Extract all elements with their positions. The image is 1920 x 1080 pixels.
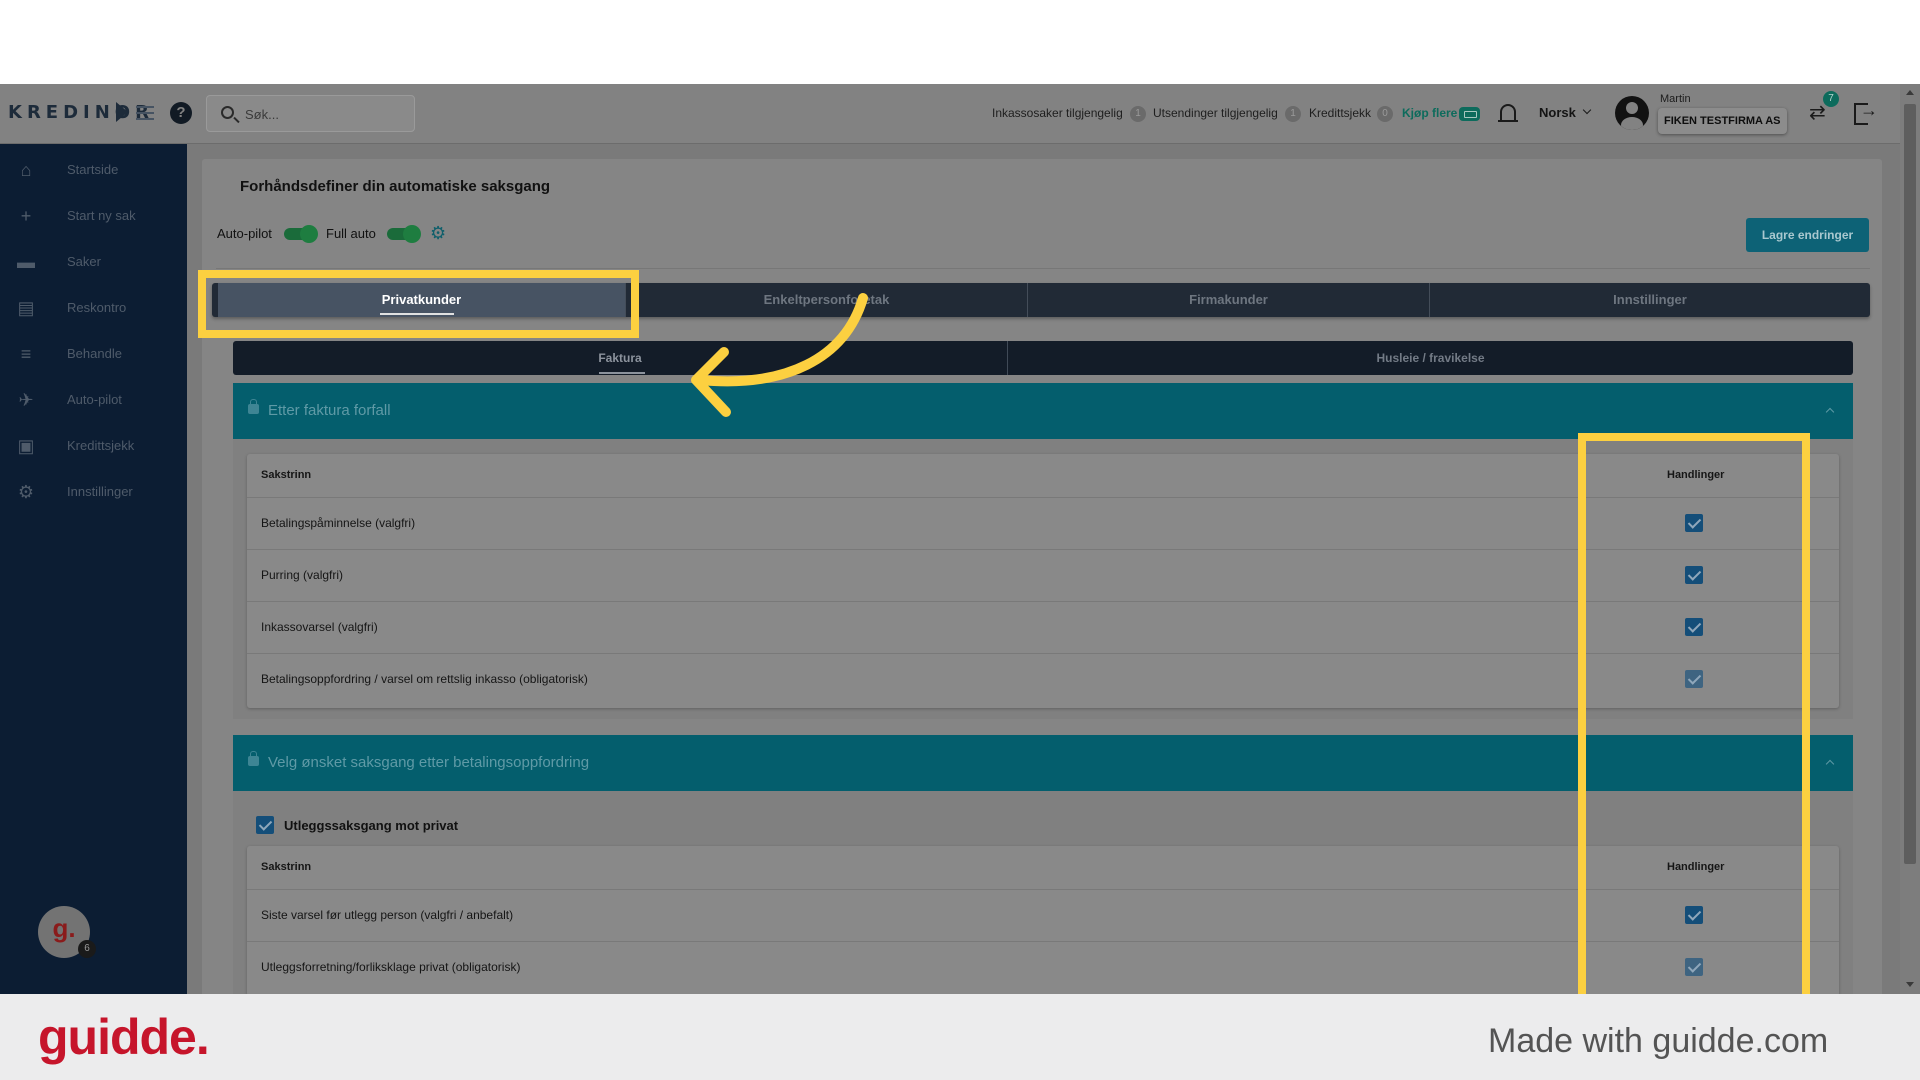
home-icon: ⌂ xyxy=(20,160,32,180)
language-select[interactable]: Norsk xyxy=(1539,105,1576,120)
scroll-down-arrow-icon[interactable] xyxy=(1906,982,1914,987)
guidde-logo: guidde. xyxy=(38,1009,210,1065)
gear-icon: ⚙ xyxy=(17,482,35,502)
search-icon xyxy=(221,106,234,119)
airplane-icon: ✈ xyxy=(18,390,34,410)
sidebar-item-label: Kredittsjekk xyxy=(67,438,135,453)
active-subtab-underline xyxy=(599,372,645,374)
enforcement-option-label: Utleggssaksgang mot privat xyxy=(284,818,459,833)
checklist-icon: ≡ xyxy=(20,344,32,364)
company-switcher[interactable]: FIKEN TESTFIRMA AS xyxy=(1658,108,1787,134)
sidebar-item-label: Auto-pilot xyxy=(67,392,122,407)
top-margin xyxy=(0,0,1920,84)
settings-gear-icon[interactable]: ⚙ xyxy=(430,224,448,242)
tab-label: Firmakunder xyxy=(1189,292,1268,307)
sidebar-item-credit-check[interactable]: ▣ Kredittsjekk xyxy=(0,426,187,466)
sidebar-item-label: Innstillinger xyxy=(67,484,133,499)
sidebar-item-home[interactable]: ⌂ Startside xyxy=(0,150,187,190)
menu-icon[interactable] xyxy=(136,106,154,120)
help-icon[interactable]: ? xyxy=(170,102,192,124)
bell-icon[interactable] xyxy=(1498,104,1518,122)
guidde-footer: guidde. Made with guidde.com xyxy=(0,994,1920,1080)
buy-more-link[interactable]: Kjøp flere xyxy=(1402,106,1457,120)
logo-arrow-icon xyxy=(116,102,128,122)
sidebar-item-label: Behandle xyxy=(67,346,122,361)
sidebar-item-settings[interactable]: ⚙ Innstillinger xyxy=(0,472,187,512)
tab-settings[interactable]: Innstillinger xyxy=(1430,283,1870,317)
credit-check-icon: ▣ xyxy=(17,436,35,456)
plus-icon: + xyxy=(20,206,32,226)
step-label: Utleggsforretning/forliksklage privat (o… xyxy=(261,960,521,974)
app-window: KREDINOR ? Inkassosaker tilgjengelig 1 U… xyxy=(0,84,1920,994)
highlight-box-tab xyxy=(198,270,639,338)
sidebar: ⌂ Startside + Start ny sak ▬ Saker ▤ Res… xyxy=(0,144,187,994)
guidde-count-badge: 6 xyxy=(78,940,96,958)
step-label: Purring (valgfri) xyxy=(261,568,344,582)
search-input[interactable] xyxy=(245,104,405,124)
highlight-box-actions xyxy=(1578,433,1810,994)
user-name: Martin xyxy=(1660,93,1691,105)
autopilot-label: Auto-pilot xyxy=(217,226,272,241)
notification-count-badge: 7 xyxy=(1823,91,1839,107)
tab-label: Husleie / fravikelse xyxy=(1376,351,1485,365)
panel-header[interactable]: Etter faktura forfall xyxy=(233,383,1853,439)
sidebar-item-label: Startside xyxy=(67,162,119,177)
step-label: Betalingsoppfordring / varsel om rettsli… xyxy=(261,672,588,686)
quota-label-credit-check: Kredittsjekk xyxy=(1309,106,1372,120)
chevron-down-icon[interactable] xyxy=(1582,105,1592,115)
quota-badge-mailings: 1 xyxy=(1285,106,1301,122)
made-with-text: Made with guidde.com xyxy=(1488,1022,1829,1060)
tab-rent-eviction[interactable]: Husleie / fravikelse xyxy=(1008,341,1853,375)
tab-label: Faktura xyxy=(598,351,642,365)
tab-label: Innstillinger xyxy=(1613,292,1687,307)
chevron-up-icon[interactable] xyxy=(1825,407,1835,417)
tab-invoice[interactable]: Faktura xyxy=(233,341,1007,375)
quota-label-mailings: Utsendinger tilgjengelig xyxy=(1153,106,1278,120)
invoice-type-tabs: Faktura Husleie / fravikelse xyxy=(233,341,1853,375)
column-header-step: Sakstrinn xyxy=(261,861,312,873)
pointer-arrow-icon xyxy=(691,293,868,417)
document-icon: ▤ xyxy=(17,298,35,318)
scroll-up-arrow-icon[interactable] xyxy=(1906,90,1914,95)
search-box[interactable] xyxy=(206,95,415,132)
sidebar-item-ledger[interactable]: ▤ Reskontro xyxy=(0,288,187,328)
logout-icon[interactable] xyxy=(1854,100,1878,125)
sidebar-item-autopilot[interactable]: ✈ Auto-pilot xyxy=(0,380,187,420)
tab-business-customers[interactable]: Firmakunder xyxy=(1028,283,1430,317)
page-title: Forhåndsdefiner din automatiske saksgang xyxy=(240,178,551,195)
sidebar-item-cases[interactable]: ▬ Saker xyxy=(0,242,187,282)
fullauto-toggle[interactable] xyxy=(387,225,421,243)
fullauto-label: Full auto xyxy=(326,226,376,241)
vertical-scrollbar[interactable] xyxy=(1900,84,1920,994)
sidebar-item-label: Saker xyxy=(67,254,101,269)
user-avatar-icon[interactable] xyxy=(1615,96,1649,130)
step-label: Siste varsel før utlegg person (valgfri … xyxy=(261,908,514,922)
chevron-up-icon[interactable] xyxy=(1825,759,1835,769)
divider xyxy=(216,268,1870,269)
save-changes-button[interactable]: Lagre endringer xyxy=(1746,218,1869,252)
step-label: Inkassovarsel (valgfri) xyxy=(261,620,378,634)
quota-badge-collection: 1 xyxy=(1130,106,1146,122)
logo[interactable]: KREDINOR xyxy=(8,102,154,123)
quota-label-collection: Inkassosaker tilgjengelig xyxy=(992,106,1123,120)
autopilot-toggle[interactable] xyxy=(284,225,318,243)
briefcase-icon: ▬ xyxy=(17,252,35,272)
column-header-step: Sakstrinn xyxy=(261,469,312,481)
lock-icon xyxy=(248,399,259,414)
scroll-thumb[interactable] xyxy=(1904,104,1916,864)
quota-badge-credit-check: 0 xyxy=(1377,106,1393,122)
sidebar-item-process[interactable]: ≡ Behandle xyxy=(0,334,187,374)
step-label: Betalingspåminnelse (valgfri) xyxy=(261,516,416,530)
panel-title: Etter faktura forfall xyxy=(268,402,391,419)
top-bar: KREDINOR ? Inkassosaker tilgjengelig 1 U… xyxy=(0,84,1900,144)
panel-title: Velg ønsket saksgang etter betalingsoppf… xyxy=(268,754,590,771)
lock-icon xyxy=(248,751,259,766)
sidebar-item-label: Start ny sak xyxy=(67,208,136,223)
credit-card-icon[interactable] xyxy=(1459,107,1480,121)
screenshot-stage: KREDINOR ? Inkassosaker tilgjengelig 1 U… xyxy=(0,0,1920,1080)
sidebar-item-label: Reskontro xyxy=(67,300,127,315)
enforcement-option-checkbox[interactable] xyxy=(256,816,274,834)
sidebar-item-new-case[interactable]: + Start ny sak xyxy=(0,196,187,236)
